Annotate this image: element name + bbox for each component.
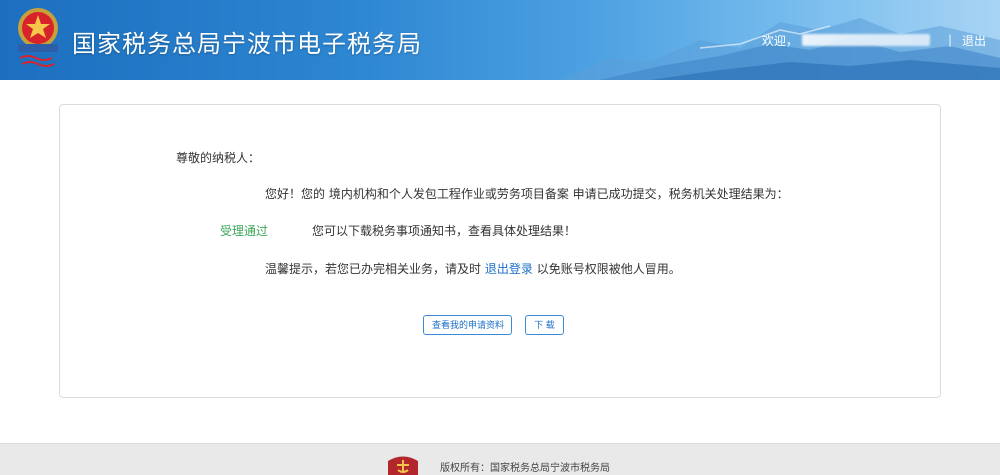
status-badge: 受理通过 — [220, 224, 269, 238]
copyright-text: 版权所有：国家税务总局宁波市税务局 — [440, 463, 610, 474]
greeting-text: 尊敬的纳税人： — [176, 151, 261, 165]
reminder-suffix: 以免账号权限被他人冒用。 — [536, 262, 681, 276]
download-button[interactable]: 下 载 — [525, 315, 564, 335]
tax-badge-icon — [388, 456, 418, 475]
logout-inline-link[interactable]: 退出登录 — [485, 262, 533, 276]
site-title: 国家税务总局宁波市电子税务局 — [72, 30, 422, 58]
welcome-text: 欢迎， — [761, 33, 798, 48]
logout-reminder: 温馨提示，若您已办完相关业务，请及时 退出登录 以免账号权限被他人冒用。 — [265, 260, 681, 277]
reminder-prefix: 温馨提示，若您已办完相关业务，请及时 — [265, 262, 482, 276]
header-separator: | — [947, 33, 952, 47]
user-name-redacted — [801, 34, 930, 46]
tax-emblem-icon — [18, 8, 58, 67]
submission-message: 您好！您的 境内机构和个人发包工程作业或劳务项目备案 申请已成功提交，税务机关处… — [265, 187, 789, 201]
view-materials-button[interactable]: 查看我的申请资料 — [423, 315, 512, 335]
download-hint: 您可以下载税务事项通知书，查看具体处理结果！ — [312, 224, 577, 238]
site-footer: 版权所有：国家税务总局宁波市税务局 — [0, 443, 1000, 475]
notice-panel: 尊敬的纳税人： 您好！您的 境内机构和个人发包工程作业或劳务项目备案 申请已成功… — [59, 104, 941, 398]
logout-link[interactable]: 退出 — [962, 32, 986, 49]
user-area: 欢迎， | 退出 — [762, 31, 986, 49]
site-header: 国家税务总局宁波市电子税务局 欢迎， | 退出 — [0, 0, 1000, 80]
